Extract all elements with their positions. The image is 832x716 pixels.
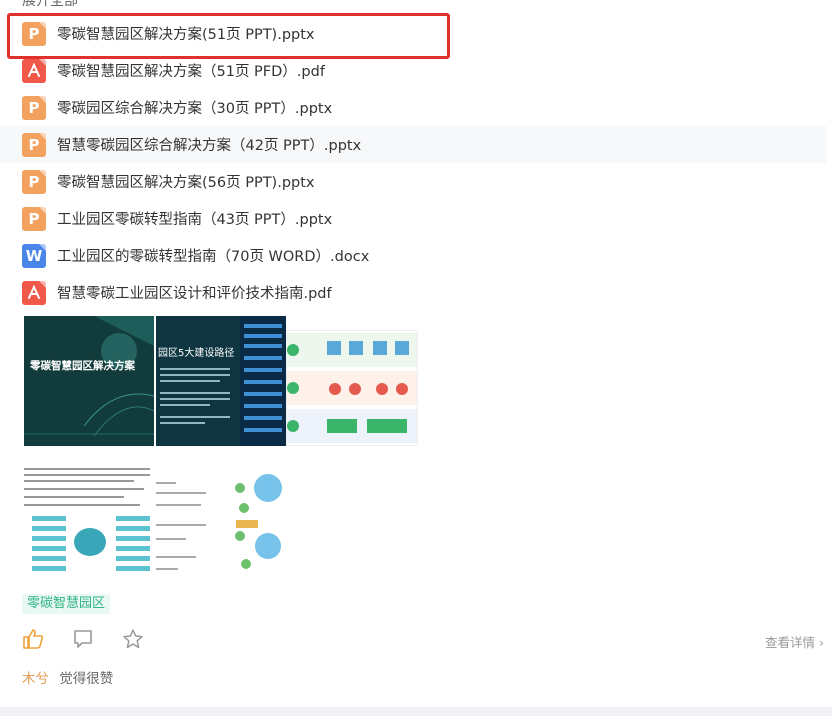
attachment-list: P 零碳智慧园区解决方案(51页 PPT).pptx 零碳智慧园区解决方案（51…	[0, 15, 832, 311]
file-row[interactable]: P 工业园区零碳转型指南（43页 PPT）.pptx	[0, 200, 832, 237]
pdf-icon	[22, 280, 46, 305]
thumbs-up-icon[interactable]	[22, 628, 44, 650]
comment: 木兮 觉得很赞	[22, 667, 113, 687]
expand-all-link[interactable]: 展开全部	[22, 0, 78, 10]
comment-icon[interactable]	[72, 628, 94, 650]
file-row[interactable]: P 智慧零碳园区综合解决方案（42页 PPT）.pptx	[0, 126, 826, 163]
thumbnail-grid: 零碳智慧园区解决方案 园区5大建设路径	[24, 316, 424, 580]
comment-text: 觉得很赞	[59, 671, 114, 687]
ppt-icon: P	[22, 132, 46, 157]
thumbnail-title: 园区5大建设路径	[158, 348, 235, 359]
action-bar	[22, 628, 172, 650]
file-row[interactable]: P 零碳智慧园区解决方案(56页 PPT).pptx	[0, 163, 832, 200]
chevron-right-icon: ›	[819, 635, 824, 650]
pdf-icon	[22, 58, 46, 83]
ppt-icon: P	[22, 95, 46, 120]
thumbnail-image[interactable]	[286, 330, 418, 446]
file-name[interactable]: 零碳园区综合解决方案（30页 PPT）.pptx	[57, 97, 332, 118]
ppt-icon: P	[22, 169, 46, 194]
page: 展开全部 P 零碳智慧园区解决方案(51页 PPT).pptx 零碳智慧园区解决…	[0, 0, 832, 716]
thumbnail-image[interactable]	[24, 464, 154, 578]
thumbnail-image[interactable]	[156, 464, 286, 578]
file-name[interactable]: 工业园区的零碳转型指南（70页 WORD）.docx	[57, 245, 369, 266]
file-name[interactable]: 智慧零碳园区综合解决方案（42页 PPT）.pptx	[57, 134, 361, 155]
thumbnail-image[interactable]: 零碳智慧园区解决方案	[24, 316, 154, 446]
thumbnail-title: 零碳智慧园区解决方案	[30, 360, 135, 372]
star-icon[interactable]	[122, 628, 144, 650]
view-details-label: 查看详情	[765, 635, 816, 650]
file-row[interactable]: P 零碳园区综合解决方案（30页 PPT）.pptx	[0, 89, 832, 126]
file-row[interactable]: W 工业园区的零碳转型指南（70页 WORD）.docx	[0, 237, 832, 274]
divider	[0, 707, 832, 716]
file-name[interactable]: 智慧零碳工业园区设计和评价技术指南.pdf	[57, 282, 332, 303]
file-name[interactable]: 零碳智慧园区解决方案(56页 PPT).pptx	[57, 171, 315, 192]
word-icon: W	[22, 243, 46, 268]
topic-tag[interactable]: 零碳智慧园区	[22, 594, 111, 614]
file-name[interactable]: 工业园区零碳转型指南（43页 PPT）.pptx	[57, 208, 332, 229]
file-row[interactable]: 智慧零碳工业园区设计和评价技术指南.pdf	[0, 274, 832, 311]
thumbnail-image[interactable]: 园区5大建设路径	[156, 316, 286, 446]
highlight-box	[7, 13, 450, 59]
file-name[interactable]: 零碳智慧园区解决方案（51页 PFD）.pdf	[57, 60, 325, 81]
view-details-link[interactable]: 查看详情 ›	[765, 632, 824, 651]
ppt-icon: P	[22, 206, 46, 231]
comment-user[interactable]: 木兮	[22, 671, 49, 687]
